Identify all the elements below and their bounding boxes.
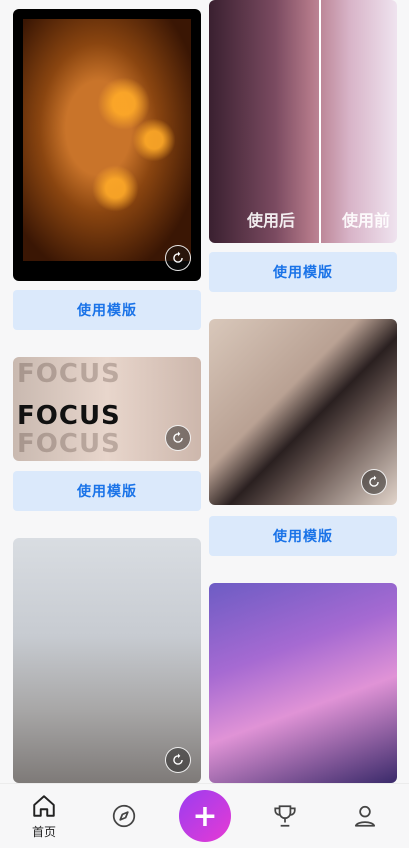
tab-discover[interactable] bbox=[94, 784, 154, 848]
use-template-button[interactable]: 使用模版 bbox=[209, 516, 397, 556]
template-feed[interactable]: 使用模版 使用后 使用前 使用模版 FOCUS FOCUS FOCUS 使用模版… bbox=[0, 0, 409, 783]
replay-icon[interactable] bbox=[361, 469, 387, 495]
template-thumbnail-kodak[interactable] bbox=[13, 9, 201, 281]
plus-icon: + bbox=[192, 798, 218, 834]
after-label: 使用后 bbox=[247, 211, 296, 230]
template-thumbnail-collage[interactable] bbox=[209, 319, 397, 505]
create-plus-button[interactable]: + bbox=[179, 790, 231, 842]
focus-text-ghost: FOCUS bbox=[17, 429, 121, 459]
template-thumbnail-snow[interactable] bbox=[13, 538, 201, 783]
use-template-button[interactable]: 使用模版 bbox=[13, 290, 201, 330]
focus-text: FOCUS bbox=[17, 401, 121, 431]
template-thumbnail-focus[interactable]: FOCUS FOCUS FOCUS bbox=[13, 357, 201, 461]
before-after-divider[interactable] bbox=[319, 0, 321, 243]
compass-icon bbox=[112, 804, 136, 828]
tab-trophy[interactable] bbox=[255, 784, 315, 848]
portrait-photo bbox=[23, 19, 191, 261]
use-template-button[interactable]: 使用模版 bbox=[209, 252, 397, 292]
tab-profile[interactable] bbox=[335, 784, 395, 848]
tab-home[interactable]: 首页 bbox=[14, 784, 74, 848]
use-template-button[interactable]: 使用模版 bbox=[13, 471, 201, 511]
replay-icon[interactable] bbox=[165, 425, 191, 451]
profile-icon bbox=[354, 805, 376, 827]
replay-icon[interactable] bbox=[165, 747, 191, 773]
before-label: 使用前 bbox=[342, 211, 391, 230]
home-icon bbox=[33, 794, 55, 817]
trophy-icon bbox=[274, 805, 296, 827]
focus-text-ghost: FOCUS bbox=[17, 359, 121, 389]
template-thumbnail-flowers[interactable] bbox=[209, 583, 397, 783]
tab-home-label: 首页 bbox=[31, 824, 56, 839]
replay-icon[interactable] bbox=[165, 245, 191, 271]
template-thumbnail-before-after[interactable]: 使用后 使用前 bbox=[209, 0, 397, 243]
